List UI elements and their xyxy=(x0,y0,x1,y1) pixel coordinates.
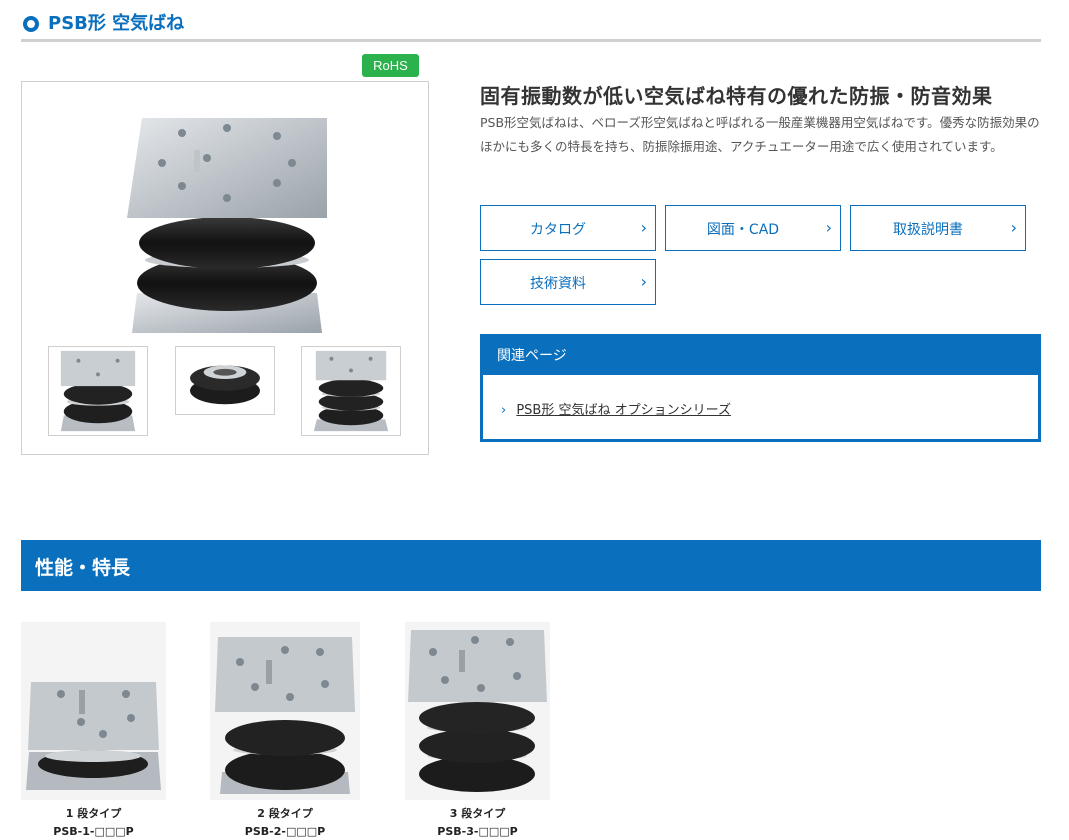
type-1-image xyxy=(21,622,166,800)
type-3-name: 3 段タイプ xyxy=(449,807,506,820)
type-2-image xyxy=(210,622,360,800)
type-2-code: PSB-2-□□□P xyxy=(244,825,326,838)
page-title-bar: PSB形 空気ばね xyxy=(21,8,1041,42)
chevron-right-icon: › xyxy=(825,218,832,237)
thumbnail-1-icon xyxy=(60,350,136,432)
chevron-right-icon: › xyxy=(640,218,647,237)
thumbnail-2-icon xyxy=(190,365,260,405)
catalog-button-label: カタログ xyxy=(530,222,586,238)
thumbnail-3-icon xyxy=(313,350,389,432)
drawing-cad-button[interactable]: 図面・CAD › xyxy=(665,205,841,251)
related-pages-box: 関連ページ › PSB形 空気ばね オプションシリーズ xyxy=(480,334,1041,442)
product-gallery xyxy=(21,81,429,455)
chevron-right-icon: › xyxy=(501,403,507,418)
manual-button[interactable]: 取扱説明書 › xyxy=(850,205,1026,251)
catalog-button[interactable]: カタログ › xyxy=(480,205,656,251)
technical-docs-button-label: 技術資料 xyxy=(530,276,586,292)
type-3-code: PSB-3-□□□P xyxy=(437,825,518,838)
type-1-stage: 1 段タイプ PSB-1-□□□P xyxy=(21,622,201,840)
thumbnail-image-2[interactable] xyxy=(175,346,275,415)
drawing-cad-button-label: 図面・CAD xyxy=(706,222,780,238)
technical-docs-button[interactable]: 技術資料 › xyxy=(480,259,656,305)
thumbnail-image-3[interactable] xyxy=(301,346,401,436)
product-headline: 固有振動数が低い空気ばね特有の優れた防振・防音効果 xyxy=(480,84,993,108)
type-2-stage: 2 段タイプ PSB-2-□□□P xyxy=(210,622,390,840)
related-link-row: › PSB形 空気ばね オプションシリーズ xyxy=(501,399,731,418)
type-1-name: 1 段タイプ xyxy=(65,807,122,820)
rohs-badge: RoHS xyxy=(362,54,419,77)
thumbnail-image-1[interactable] xyxy=(48,346,148,436)
type-3-stage: 3 段タイプ PSB-3-□□□P xyxy=(405,622,585,840)
features-banner: 性能・特長 xyxy=(21,540,1041,591)
related-pages-heading: 関連ページ xyxy=(483,337,1038,375)
related-link-option-series[interactable]: PSB形 空気ばね オプションシリーズ xyxy=(516,403,731,418)
circle-bullet-icon xyxy=(23,16,39,32)
type-2-name: 2 段タイプ xyxy=(257,807,313,820)
chevron-right-icon: › xyxy=(640,272,647,291)
product-description: PSB形空気ばねは、ベローズ形空気ばねと呼ばれる一般産業機器用空気ばねです。優秀… xyxy=(480,115,1040,154)
features-heading: 性能・特長 xyxy=(35,557,131,579)
page-title: PSB形 空気ばね xyxy=(48,13,185,34)
chevron-right-icon: › xyxy=(1010,218,1017,237)
main-product-image xyxy=(127,118,327,333)
manual-button-label: 取扱説明書 xyxy=(893,222,963,238)
type-3-image xyxy=(405,622,550,800)
type-1-code: PSB-1-□□□P xyxy=(53,825,134,838)
